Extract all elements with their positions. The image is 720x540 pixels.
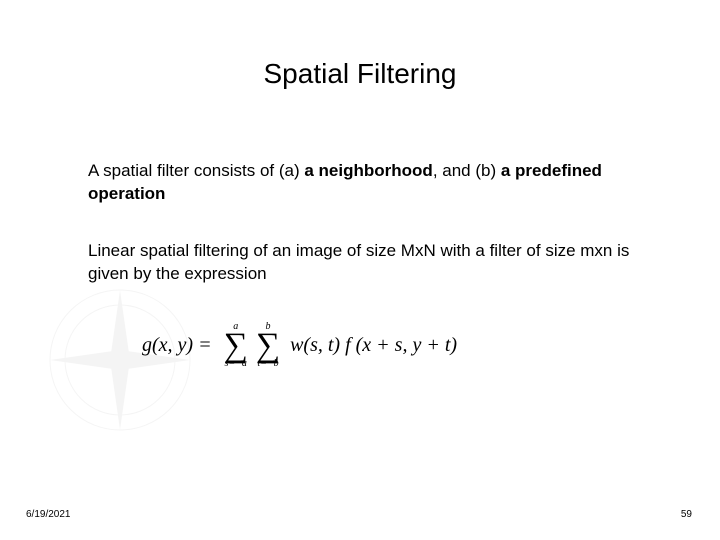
slide: Spatial Filtering A spatial filter consi… bbox=[0, 0, 720, 540]
formula: g(x, y) = a ∑ s=−a b ∑ t=−b w(s, t) f (x… bbox=[88, 316, 650, 369]
sigma-symbol-1: ∑ bbox=[224, 332, 248, 359]
footer-page-number: 59 bbox=[681, 509, 692, 520]
formula-lhs: g(x, y) = bbox=[142, 334, 218, 357]
paragraph-2: Linear spatial filtering of an image of … bbox=[88, 240, 650, 286]
sum-outer-lower: s=−a bbox=[225, 359, 247, 369]
sum-outer: a ∑ s=−a bbox=[224, 322, 248, 369]
paragraph-1: A spatial filter consists of (a) a neigh… bbox=[88, 160, 650, 206]
slide-body: A spatial filter consists of (a) a neigh… bbox=[0, 90, 720, 369]
formula-rhs: w(s, t) f (x + s, y + t) bbox=[286, 334, 457, 357]
sum-inner: b ∑ t=−b bbox=[256, 322, 280, 369]
p1-text-1: A spatial filter consists of (a) bbox=[88, 161, 304, 180]
sigma-symbol-2: ∑ bbox=[256, 332, 280, 359]
p1-text-2: , and (b) bbox=[433, 161, 501, 180]
p1-bold-1: a neighborhood bbox=[304, 161, 432, 180]
sum-inner-lower: t=−b bbox=[257, 359, 278, 369]
slide-title: Spatial Filtering bbox=[0, 0, 720, 90]
footer-date: 6/19/2021 bbox=[26, 509, 71, 520]
